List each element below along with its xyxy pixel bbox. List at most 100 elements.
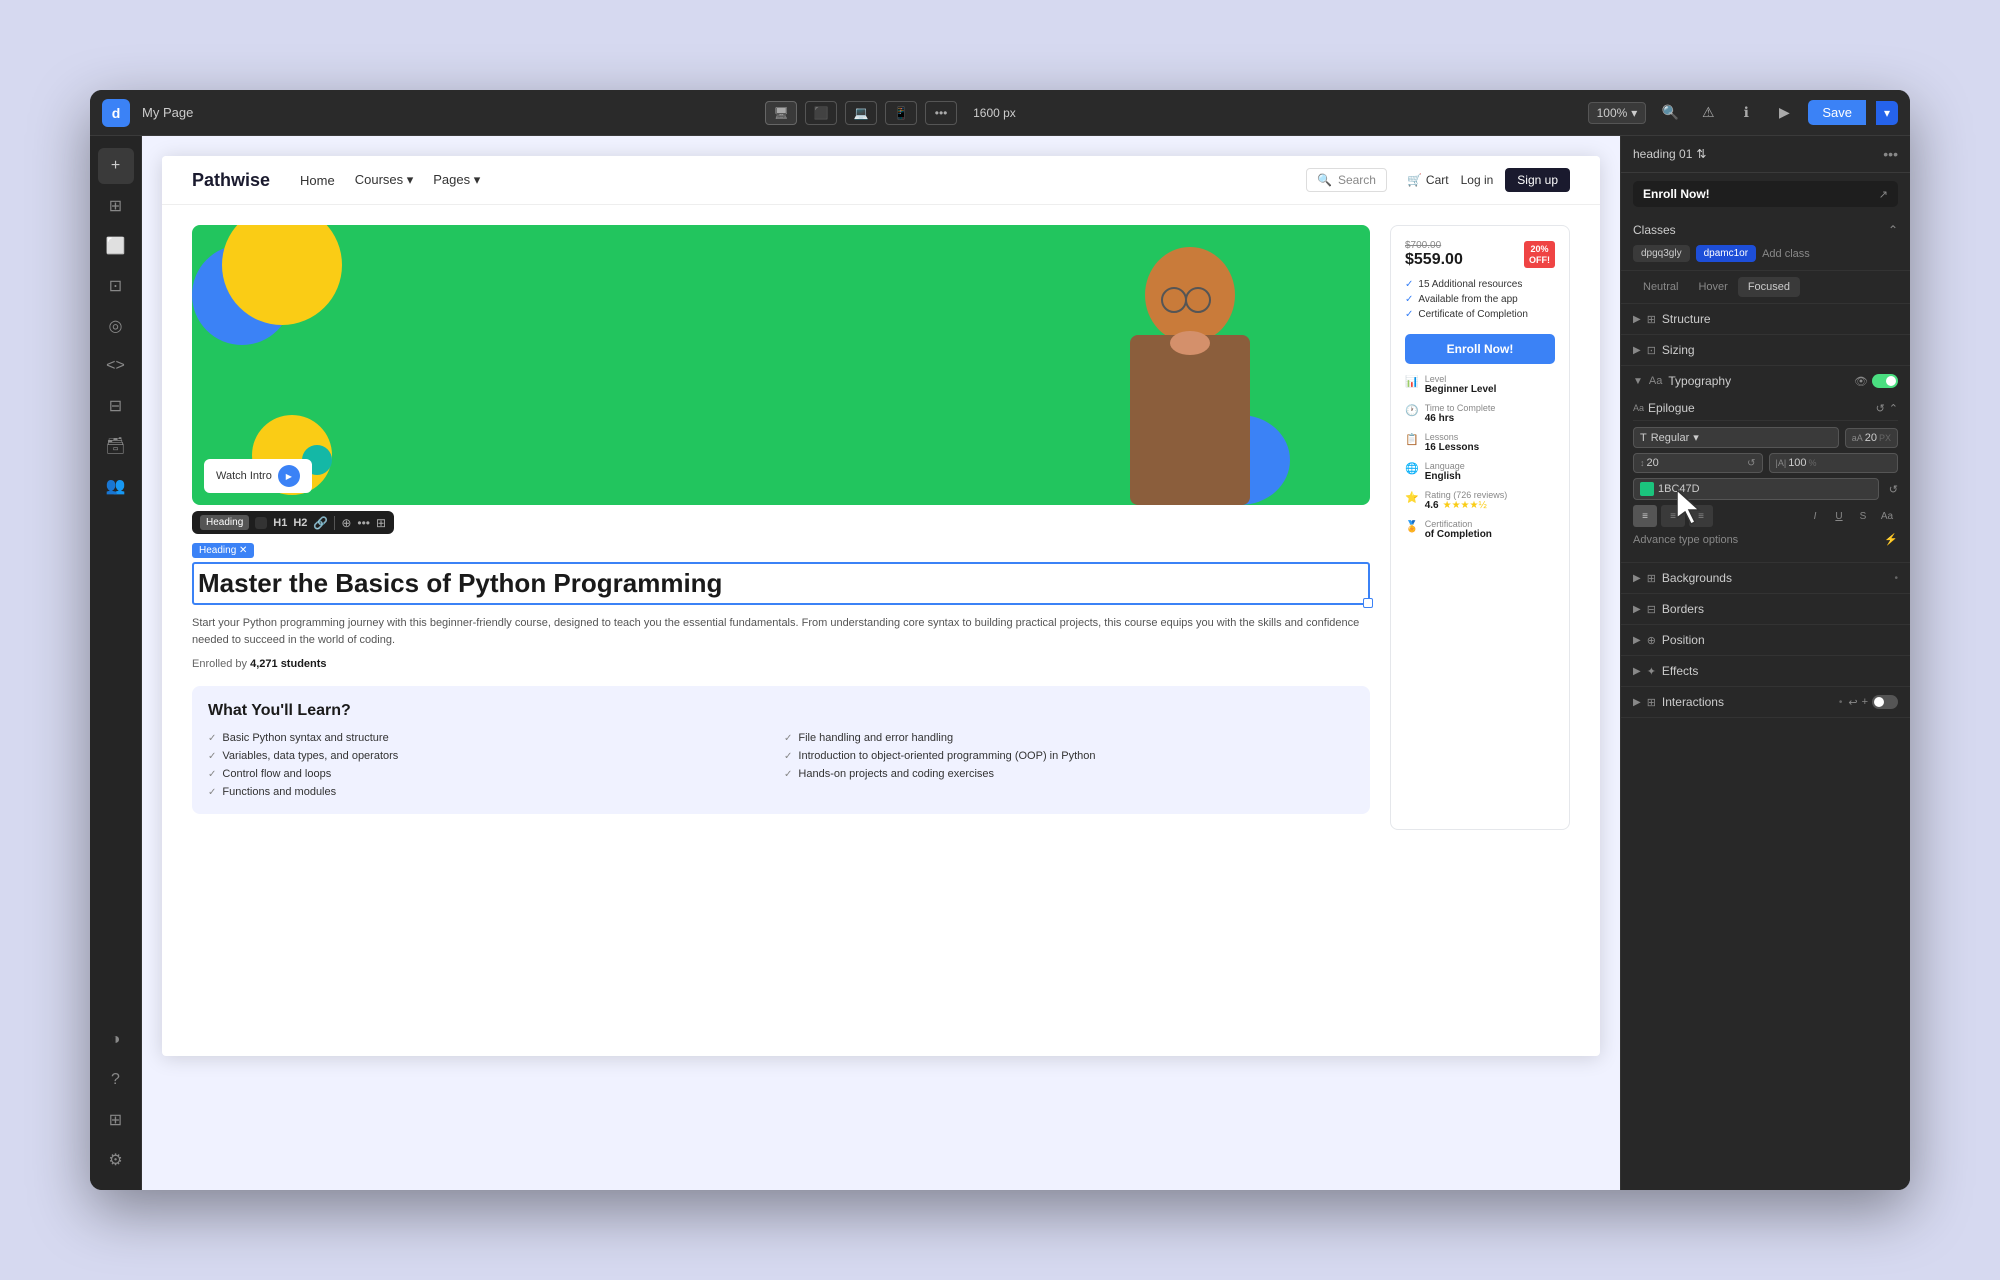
check-icon: ✓ [1405,294,1413,305]
toolbar-dot [255,517,267,529]
font-size-input[interactable]: aA 20 PX [1845,428,1898,448]
link-icon[interactable]: 🔗 [313,516,328,530]
color-input[interactable]: 1BC47D [1633,478,1879,500]
eye-icon[interactable]: 👁 [1854,375,1868,388]
underline-btn[interactable]: U [1828,505,1850,527]
sidebar-add-btn[interactable]: + [98,148,134,184]
tablet-landscape-device-btn[interactable]: ⬛ [805,101,837,125]
alert-btn[interactable]: ⚠ [1694,99,1722,127]
advance-type-icon[interactable]: ⚡ [1884,533,1898,546]
hero-image: Watch Intro ▶ [192,225,1370,505]
nav-search-box[interactable]: 🔍 Search [1306,168,1387,192]
search-top-btn[interactable]: 🔍 [1656,99,1684,127]
font-weight-select[interactable]: T Regular ▾ [1633,427,1839,448]
nav-courses[interactable]: Courses ▾ [355,172,414,188]
save-button[interactable]: Save [1808,100,1866,125]
line-height-row: ↕ 20 ↺ |A| 100 % [1633,453,1898,473]
letter-spacing-input[interactable]: |A| 100 % [1769,453,1899,473]
more-device-btn[interactable]: ••• [925,101,957,125]
watch-intro-btn[interactable]: Watch Intro ▶ [204,459,312,493]
sidebar-contrast-btn[interactable]: ◑ [98,1022,134,1058]
save-dropdown-button[interactable]: ▾ [1876,101,1898,125]
undo-icon[interactable]: ↩ [1848,696,1857,709]
toolbar-h1[interactable]: H1 [273,517,287,529]
sidebar-settings-btn[interactable]: ⚙ [98,1142,134,1178]
line-height-input[interactable]: ↕ 20 ↺ [1633,453,1763,473]
classes-expand-btn[interactable]: ⌃ [1888,223,1898,237]
current-price: $559.00 [1405,251,1463,269]
state-focused[interactable]: Focused [1738,277,1800,297]
structure-section-header[interactable]: ▶ ⊞ Structure [1621,304,1910,334]
position-section-header[interactable]: ▶ ⊕ Position [1621,625,1910,655]
typography-toggle-switch[interactable] [1872,374,1898,388]
class-tag-0[interactable]: dpgq3gly [1633,245,1690,262]
state-hover[interactable]: Hover [1688,277,1737,297]
borders-section-header[interactable]: ▶ ⊟ Borders [1621,594,1910,624]
typography-section-header[interactable]: ▼ Aa Typography 👁 [1621,366,1910,396]
feature-item-2: ✓ Certificate of Completion [1405,309,1555,320]
plus-icon-toolbar[interactable]: ⊕ [341,516,351,530]
effects-section-icon: ✦ [1647,665,1656,678]
left-sidebar: + ⊞ ⬜ ⊡ ◎ <> ⊟ 🗃 👥 ◑ ? ⊞ ⚙ [90,136,142,1190]
sidebar-team-btn[interactable]: 👥 [98,468,134,504]
interactions-section-header[interactable]: ▶ ⊞ Interactions • ↩ + [1621,687,1910,717]
more-icon-toolbar[interactable]: ••• [357,516,370,530]
nav-home[interactable]: Home [300,173,335,188]
sidebar-pages-btn[interactable]: ⬜ [98,228,134,264]
align-right-btn[interactable]: ≡ [1689,505,1713,527]
toolbar-h2[interactable]: H2 [293,517,307,529]
nav-pages[interactable]: Pages ▾ [433,172,480,188]
info-btn[interactable]: ℹ [1732,99,1760,127]
lessons-icon: 📋 [1405,433,1419,446]
sidebar-components-btn[interactable]: ◎ [98,308,134,344]
sidebar-database-btn[interactable]: 🗃 [98,428,134,464]
enrolled-text: Enrolled by 4,271 students [192,658,1370,670]
sidebar-layers-btn[interactable]: ⊞ [98,188,134,224]
interactions-toggle-switch[interactable] [1872,695,1898,709]
class-tag-1[interactable]: dpamc1or [1696,245,1756,262]
sidebar-media-btn[interactable]: ⊡ [98,268,134,304]
laptop-device-btn[interactable]: 💻 [845,101,877,125]
backgrounds-toggle-icon: ▶ [1633,573,1641,584]
sizing-section-header[interactable]: ▶ ⊡ Sizing [1621,335,1910,365]
right-panel: heading 01 ⇅ ••• Enroll Now! ↗ Classes ⌃… [1620,136,1910,1190]
borders-section-icon: ⊟ [1647,603,1656,616]
font-reset-icon[interactable]: ↺ [1876,402,1885,415]
sidebar-grid-btn[interactable]: ⊟ [98,388,134,424]
check-icon: ✓ [1405,279,1413,290]
borders-toggle-icon: ▶ [1633,604,1641,615]
add-interaction-icon[interactable]: + [1862,696,1868,708]
play-btn[interactable]: ▶ [1770,99,1798,127]
desktop-device-btn[interactable]: 🖥 [765,101,797,125]
rating-icon: ⭐ [1405,491,1419,504]
caps-btn[interactable]: Aa [1876,505,1898,527]
login-link[interactable]: Log in [1461,173,1494,187]
enroll-now-btn[interactable]: Enroll Now! [1405,334,1555,364]
sidebar-help-btn[interactable]: ? [98,1062,134,1098]
enroll-preview-icon: ↗ [1879,188,1888,201]
viewport-size: 1600 px [973,106,1016,120]
signup-btn[interactable]: Sign up [1505,168,1570,192]
align-center-btn[interactable]: ≡ [1661,505,1685,527]
interactions-toggle-icon: ▶ [1633,697,1641,708]
strike-btn[interactable]: S [1852,505,1874,527]
effects-section: ▶ ✦ Effects [1621,656,1910,687]
line-height-auto[interactable]: ↺ [1747,458,1755,469]
hero-person [1090,235,1290,505]
italic-btn[interactable]: I [1804,505,1826,527]
align-left-btn[interactable]: ≡ [1633,505,1657,527]
sidebar-code-btn[interactable]: <> [98,348,134,384]
state-neutral[interactable]: Neutral [1633,277,1688,297]
font-expand-icon[interactable]: ⌃ [1889,402,1898,415]
panel-more-btn[interactable]: ••• [1883,146,1898,162]
zoom-control[interactable]: 100% ▾ [1588,102,1647,124]
cart-link[interactable]: 🛒 Cart [1407,173,1449,187]
effects-section-header[interactable]: ▶ ✦ Effects [1621,656,1910,686]
backgrounds-section-header[interactable]: ▶ ⊞ Backgrounds • [1621,563,1910,593]
sidebar-library-btn[interactable]: ⊞ [98,1102,134,1138]
selected-heading-box[interactable]: Master the Basics of Python Programming [192,562,1370,605]
table-icon-toolbar[interactable]: ⊞ [376,516,386,530]
add-class-btn[interactable]: Add class [1762,248,1810,260]
app-logo[interactable]: d [102,99,130,127]
mobile-device-btn[interactable]: 📱 [885,101,917,125]
